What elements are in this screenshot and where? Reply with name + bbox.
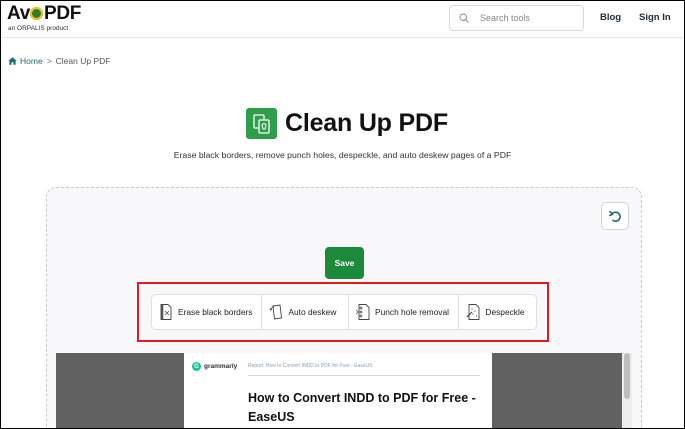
- tool-label: Auto deskew: [288, 307, 337, 317]
- breadcrumb-home-label: Home: [20, 56, 43, 66]
- grammarly-logo: G grammarly: [192, 362, 237, 371]
- page-heading: Clean Up PDF: [246, 108, 448, 139]
- search-icon: [459, 13, 469, 23]
- breadcrumb-separator: >: [46, 56, 52, 66]
- tool-despeckle[interactable]: Despeckle: [459, 295, 536, 329]
- grammarly-logo-icon: G: [192, 362, 201, 371]
- tool-label: Erase black borders: [178, 307, 253, 317]
- logo-wordmark: Av PDF: [7, 3, 82, 24]
- site-header: AvPDF an ORPALIS product Blog Sign In: [0, 0, 685, 38]
- breadcrumb-current: Clean Up PDF: [55, 56, 111, 66]
- tool-label: Punch hole removal: [374, 307, 450, 317]
- tool-punch-hole-removal[interactable]: Punch hole removal: [349, 295, 460, 329]
- tool-erase-black-borders[interactable]: Erase black borders: [152, 295, 263, 329]
- undo-button[interactable]: [601, 202, 629, 230]
- save-button[interactable]: Save: [325, 247, 364, 279]
- doc-title: How to Convert INDD to PDF for Free - Ea…: [248, 391, 476, 425]
- undo-icon: [608, 210, 621, 223]
- doc-divider: [248, 375, 480, 376]
- breadcrumb: Home > Clean Up PDF: [8, 56, 110, 66]
- punch-hole-icon: [355, 304, 370, 320]
- viewer-scroll-thumb[interactable]: [624, 353, 630, 399]
- avpdf-logo[interactable]: Av PDF an ORPALIS product: [7, 3, 87, 35]
- nav-sign-in-link[interactable]: Sign In: [639, 12, 671, 23]
- clean-up-pdf-icon: [246, 108, 277, 139]
- nav-blog-link[interactable]: Blog: [600, 12, 621, 23]
- pdf-page-preview[interactable]: G grammarly Report: How to Convert INDD …: [184, 353, 492, 429]
- search-box[interactable]: [449, 5, 584, 31]
- despeckle-icon: [466, 304, 480, 320]
- page-subtitle: Erase black borders, remove punch holes,…: [173, 150, 512, 160]
- breadcrumb-home-link[interactable]: Home: [8, 56, 43, 66]
- deskew-icon: [270, 304, 283, 320]
- tool-auto-deskew[interactable]: Auto deskew: [262, 295, 349, 329]
- page-title: Clean Up PDF: [285, 109, 448, 137]
- viewer-scrollbar[interactable]: [622, 353, 632, 429]
- doc-brand-text: grammarly: [204, 363, 238, 370]
- cleanup-toolbar: Erase black borders Auto deskew Punch ho…: [151, 294, 537, 330]
- home-icon: [8, 57, 17, 65]
- erase-borders-icon: [160, 304, 172, 320]
- doc-report-line: Report: How to Convert INDD to PDF for F…: [248, 363, 373, 369]
- tool-label: Despeckle: [485, 307, 525, 317]
- logo-tagline: an ORPALIS product: [8, 25, 69, 32]
- search-input[interactable]: [480, 6, 580, 30]
- logo-sun-icon: [30, 7, 44, 20]
